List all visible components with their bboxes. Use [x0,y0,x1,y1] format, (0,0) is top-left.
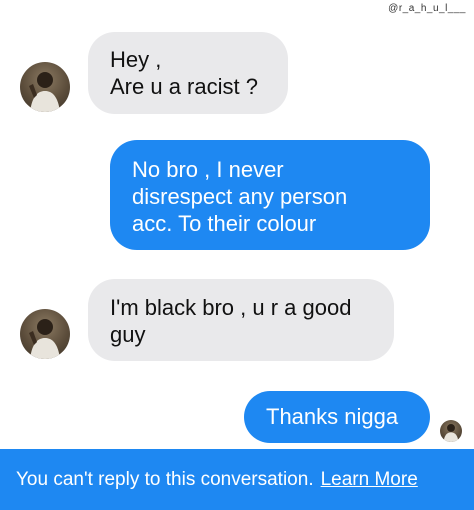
reply-disabled-bar: You can't reply to this conversation. Le… [0,449,474,510]
person-icon [29,319,60,359]
person-icon [443,423,459,442]
message-bubble-outgoing: No bro , I never disrespect any person a… [110,140,430,250]
person-icon [29,72,60,112]
message-bubble-incoming: Hey , Are u a racist ? [88,32,288,114]
learn-more-link[interactable]: Learn More [321,469,418,491]
reply-disabled-notice: You can't reply to this conversation. [16,468,314,490]
watermark: @r_a_h_u_l___ [388,3,466,14]
message-bubble-incoming: I'm black bro , u r a good guy [88,279,394,361]
message-bubble-outgoing: Thanks nigga [244,391,430,443]
contact-avatar[interactable] [20,309,70,359]
contact-avatar[interactable] [20,62,70,112]
read-receipt-avatar [440,420,462,442]
